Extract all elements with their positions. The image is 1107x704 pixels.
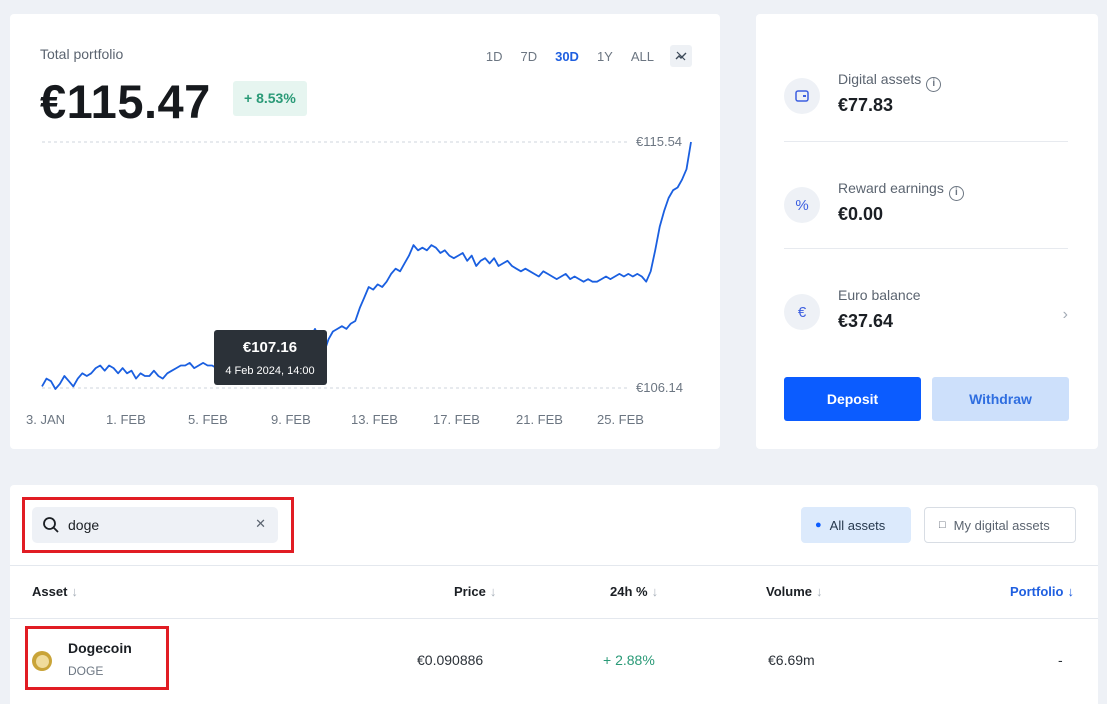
chevron-right-icon[interactable]: › — [1063, 306, 1068, 324]
percent-icon: % — [784, 187, 820, 223]
my-assets-filter[interactable]: □ My digital assets — [924, 507, 1076, 543]
asset-24h-change: + 2.88% — [603, 652, 655, 668]
search-icon — [43, 517, 59, 533]
range-30d[interactable]: 30D — [555, 49, 579, 64]
time-range-selector: 1D 7D 30D 1Y ALL — [468, 45, 692, 67]
all-assets-filter[interactable]: ● All assets — [801, 507, 911, 543]
coins-icon: ● — [815, 519, 822, 531]
asset-symbol: DOGE — [68, 664, 104, 678]
wallet-icon — [784, 78, 820, 114]
reward-earnings-label: Reward earnings i — [838, 180, 964, 201]
portfolio-card: €115.54 €106.14 3. JAN 1. FEB 5. FEB 9. FEB 13… — [10, 14, 720, 449]
euro-icon: € — [784, 294, 820, 330]
info-icon[interactable]: i — [926, 77, 942, 92]
reward-earnings-row: % Reward earnings i €0.00 — [784, 180, 1070, 247]
x-tick-label: 5. FEB — [188, 412, 228, 427]
compare-icon — [675, 51, 687, 61]
tooltip-date: 4 Feb 2024, 14:00 — [225, 365, 314, 377]
asset-volume: €6.69m — [768, 652, 815, 668]
dogecoin-icon — [32, 651, 52, 671]
clear-search-icon[interactable]: ✕ — [255, 516, 266, 532]
range-1y[interactable]: 1Y — [597, 49, 613, 64]
digital-assets-label: Digital assets i — [838, 71, 942, 92]
deposit-button[interactable]: Deposit — [784, 377, 921, 421]
x-tick-label: 1. FEB — [106, 412, 146, 427]
x-tick-label: 25. FEB — [597, 412, 644, 427]
asset-portfolio: - — [1058, 652, 1063, 668]
column-portfolio[interactable]: Portfolio ↓ — [1010, 584, 1074, 599]
x-tick-label: 21. FEB — [516, 412, 563, 427]
x-tick-label: 3. JAN — [26, 412, 65, 427]
digital-assets-row: Digital assets i €77.83 — [784, 71, 1070, 138]
range-7d[interactable]: 7D — [520, 49, 537, 64]
info-icon[interactable]: i — [948, 186, 964, 201]
euro-balance-value: €37.64 — [838, 311, 894, 331]
tooltip-value: €107.16 — [243, 339, 297, 356]
y-tick-label-min: €106.14 — [636, 380, 683, 395]
portfolio-value: €115.47 — [40, 75, 211, 128]
withdraw-button[interactable]: Withdraw — [932, 377, 1069, 421]
wallet-icon: □ — [939, 519, 946, 531]
range-all[interactable]: ALL — [631, 49, 654, 64]
x-tick-label: 17. FEB — [433, 412, 480, 427]
asset-price: €0.090886 — [417, 652, 484, 668]
my-assets-label: My digital assets — [953, 517, 1050, 533]
portfolio-label: Total portfolio — [40, 46, 124, 62]
range-1d[interactable]: 1D — [486, 49, 503, 64]
portfolio-line — [41, 141, 692, 390]
all-assets-label: All assets — [829, 517, 886, 533]
y-tick-label-max: €115.54 — [636, 134, 682, 149]
asset-name[interactable]: Dogecoin — [68, 640, 132, 656]
asset-search-field[interactable]: doge ✕ — [32, 507, 278, 543]
table-header: Asset ↓ Price ↓ 24h % ↓ Volume ↓ Portfolio ↓ — [10, 565, 1098, 619]
table-row[interactable]: Dogecoin DOGE €0.090886 + 2.88% €6.69m - — [10, 619, 1098, 704]
assets-card: doge ✕ ● All assets □ My digital assets … — [10, 485, 1098, 704]
column-volume[interactable]: Volume ↓ — [766, 584, 823, 599]
divider — [784, 248, 1068, 249]
search-input[interactable]: doge — [68, 517, 99, 533]
x-tick-label: 9. FEB — [271, 412, 311, 427]
digital-assets-value: €77.83 — [838, 95, 894, 115]
chart-compare-toggle[interactable] — [670, 45, 692, 67]
portfolio-change-badge: + 8.53% — [233, 81, 307, 116]
divider — [784, 141, 1068, 142]
balances-card: Digital assets i €77.83 % Reward earnings… — [756, 14, 1098, 449]
reward-earnings-value: €0.00 — [838, 204, 884, 224]
euro-balance-row[interactable]: € Euro balance €37.64 — [784, 287, 1070, 354]
column-price[interactable]: Price ↓ — [454, 584, 496, 599]
euro-balance-label: Euro balance — [838, 287, 921, 303]
x-tick-label: 13. FEB — [351, 412, 398, 427]
column-24h[interactable]: 24h % ↓ — [610, 584, 658, 599]
column-asset[interactable]: Asset ↓ — [32, 584, 78, 599]
